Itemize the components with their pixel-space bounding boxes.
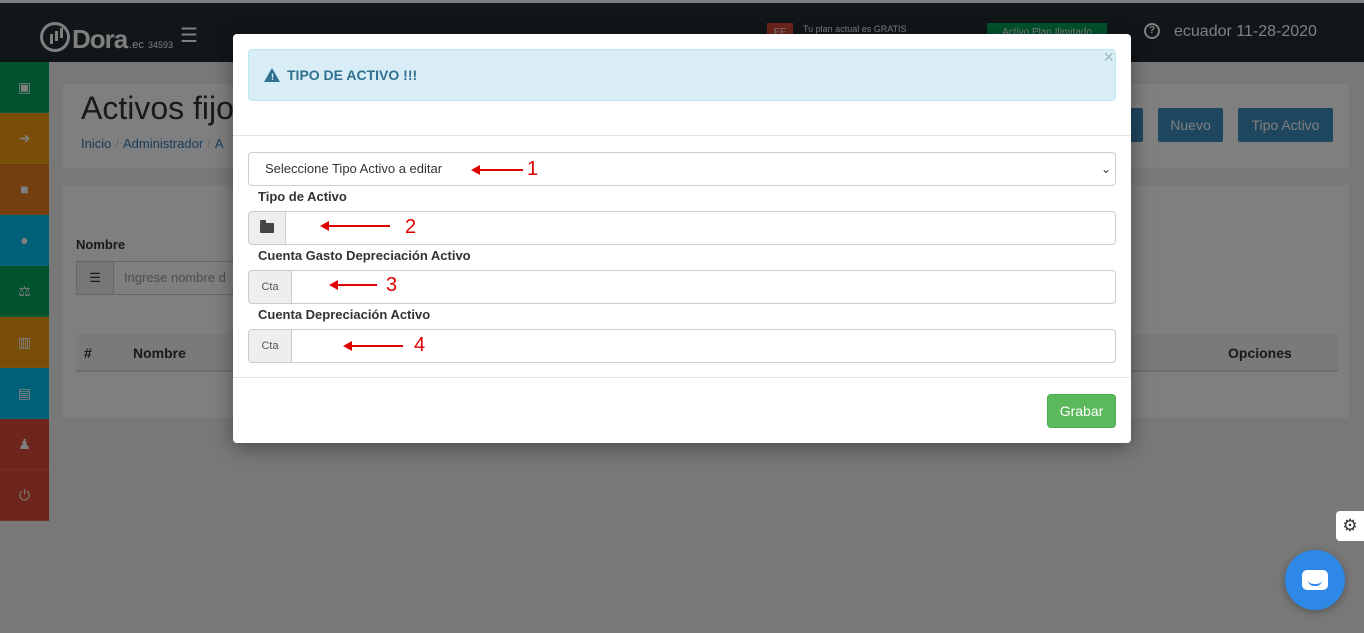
annotation-arrow-4 [343,341,403,351]
cuenta-gasto-label: Cuenta Gasto Depreciación Activo [258,248,471,263]
tipo-activo-label: Tipo de Activo [258,189,347,204]
cuenta-depreciacion-addon: Cta [248,329,292,363]
tipo-activo-modal: ! TIPO DE ACTIVO !!! × Seleccione Tipo A… [233,34,1131,443]
tipo-activo-select[interactable]: Seleccione Tipo Activo a editar ⌄ [248,152,1116,186]
annotation-arrow-1 [471,165,523,175]
tipo-activo-input-group [248,211,1116,245]
modal-alert-title: TIPO DE ACTIVO !!! [287,67,418,83]
close-icon[interactable]: × [1103,47,1114,68]
gear-icon[interactable]: ⚙ [1336,511,1364,541]
folder-open-icon [248,211,286,245]
footer-divider [233,377,1131,378]
chat-icon [1302,570,1328,590]
grabar-button[interactable]: Grabar [1047,394,1116,428]
annotation-number-4: 4 [414,334,426,356]
annotation-number-3: 3 [386,274,398,296]
cuenta-depreciacion-label: Cuenta Depreciación Activo [258,307,431,322]
annotation-number-1: 1 [527,158,539,180]
cuenta-gasto-input[interactable] [292,270,1116,304]
annotation-number-2: 2 [405,216,417,238]
cuenta-gasto-input-group: Cta [248,270,1116,304]
chat-button[interactable] [1285,550,1345,610]
chevron-down-icon: ⌄ [1100,162,1111,176]
cuenta-gasto-addon: Cta [248,270,292,304]
tipo-activo-select-value: Seleccione Tipo Activo a editar [265,161,443,176]
annotation-arrow-3 [329,280,377,290]
modal-alert: ! TIPO DE ACTIVO !!! × [248,47,1116,101]
header-divider [233,135,1131,136]
annotation-arrow-2 [320,221,390,231]
